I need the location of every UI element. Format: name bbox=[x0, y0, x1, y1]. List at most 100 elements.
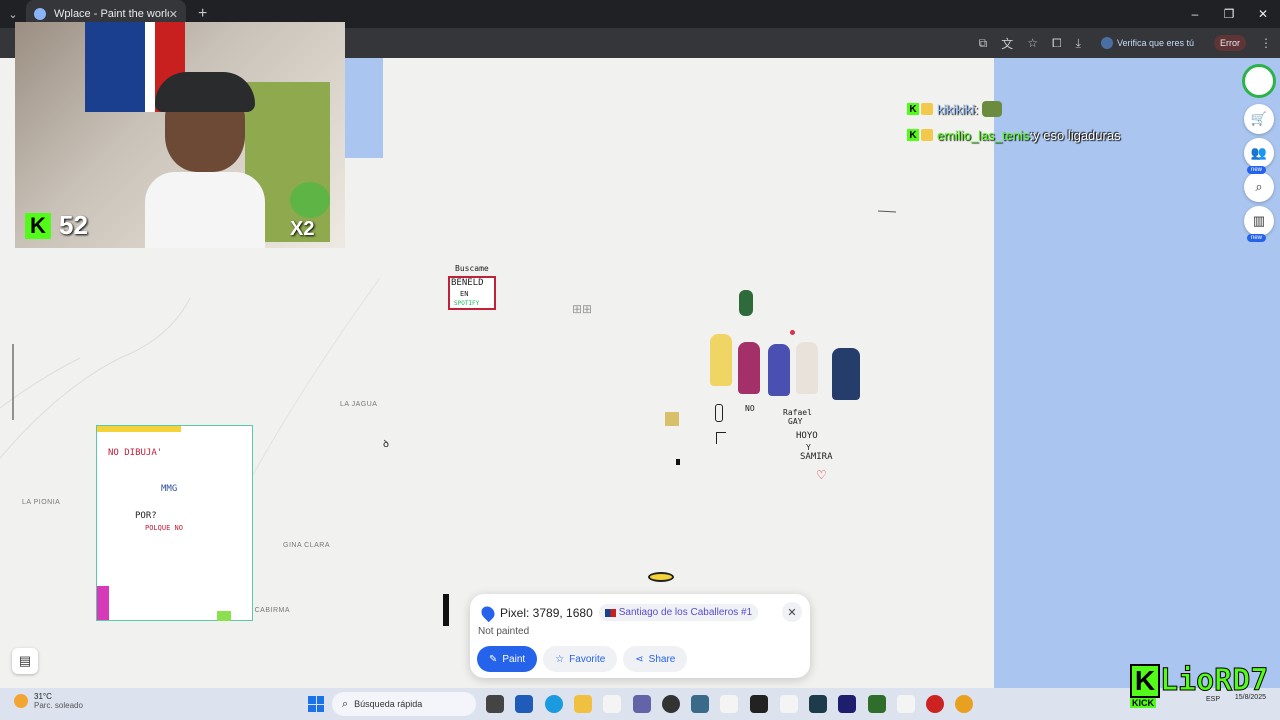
weather-widget[interactable]: 31°C Parc. soleado bbox=[14, 692, 83, 710]
art-small-figure bbox=[665, 412, 679, 426]
file-explorer-icon[interactable] bbox=[574, 695, 592, 713]
chat-message: K kikikiki : bbox=[907, 96, 1121, 122]
star-icon: ☆ bbox=[555, 653, 565, 665]
art-no-dibuja: NO DIBUJA' bbox=[108, 448, 163, 458]
art-spotify: SPOTIFY bbox=[454, 300, 480, 307]
map-water-right bbox=[994, 58, 1280, 688]
user-avatar-button[interactable] bbox=[1242, 64, 1276, 98]
share-label: Share bbox=[648, 653, 676, 665]
weather-desc: Parc. soleado bbox=[34, 701, 83, 710]
cart-icon: 🛒 bbox=[1250, 111, 1268, 126]
translate-icon[interactable]: 文 bbox=[1001, 35, 1013, 52]
app-icon[interactable] bbox=[691, 695, 709, 713]
capcut-icon[interactable] bbox=[750, 695, 768, 713]
bookmark-star-icon[interactable]: ☆ bbox=[1027, 36, 1038, 50]
art-sign-box: NO DIBUJA' MMG POR? POLQUE NO bbox=[96, 425, 253, 621]
pixel-info-header: Pixel: 3789, 1680 Santiago de los Caball… bbox=[478, 603, 759, 622]
kick-channel-logo: K LioRD7 KICK bbox=[1130, 663, 1269, 708]
menu-dots-icon[interactable]: ⋮ bbox=[1260, 36, 1272, 50]
art-black-bar bbox=[443, 594, 449, 626]
kick-sub-label: KICK bbox=[1130, 698, 1156, 708]
location-pin-icon bbox=[478, 603, 498, 622]
new-tab-button[interactable]: + bbox=[198, 5, 207, 23]
region-flag-icon bbox=[604, 608, 616, 617]
toolbar-actions: ⧉ 文 ☆ ⧠ ⤓ Verifica que eres tú Error ⋮ bbox=[979, 28, 1272, 58]
favorite-button[interactable]: ☆ Favorite bbox=[543, 646, 618, 672]
tab-title: Wplace - Paint the world bbox=[54, 8, 169, 20]
art-character-1 bbox=[710, 334, 732, 386]
download-icon[interactable]: ⤓ bbox=[1076, 36, 1081, 51]
popup-actions: ✎ Paint ☆ Favorite ⋖ Share bbox=[477, 646, 688, 672]
obs-icon[interactable] bbox=[662, 695, 680, 713]
store-icon[interactable] bbox=[515, 695, 533, 713]
restore-icon[interactable]: ❐ bbox=[1212, 0, 1246, 28]
kick-app-icon[interactable] bbox=[868, 695, 886, 713]
art-green-patch bbox=[217, 611, 231, 621]
art-y: Y bbox=[806, 443, 811, 452]
search-location-button[interactable]: ⌕ bbox=[1244, 172, 1274, 202]
close-window-icon[interactable]: ✕ bbox=[1246, 0, 1280, 28]
art-red-dot bbox=[790, 330, 795, 335]
screen: ⌄ Wplace - Paint the world ✕ + – ❐ ✕ ⧉ 文… bbox=[0, 0, 1280, 720]
art-character-4 bbox=[796, 342, 818, 394]
file-icon[interactable] bbox=[780, 695, 798, 713]
taskbar-search[interactable]: ⌕ Búsqueda rápida bbox=[332, 692, 476, 716]
discord-icon[interactable] bbox=[633, 695, 651, 713]
art-rafael: Rafael bbox=[783, 408, 812, 417]
viewer-count: 52 bbox=[59, 210, 88, 240]
art-spotify-box: BENELD EN SPOTIFY bbox=[448, 276, 496, 310]
viewer-counter: K 52 bbox=[25, 210, 88, 241]
art-black-dot bbox=[676, 459, 680, 465]
leaderboard-button[interactable]: ▥ bbox=[1244, 206, 1274, 236]
layers-button[interactable]: ▤ bbox=[12, 648, 38, 674]
chrome-icon[interactable] bbox=[955, 695, 973, 713]
region-chip[interactable]: Santiago de los Caballeros #1 bbox=[598, 604, 759, 621]
profile-chip[interactable]: Verifica que eres tú bbox=[1095, 35, 1200, 51]
paint-button[interactable]: ✎ Paint bbox=[477, 646, 538, 672]
kick-badge-icon: K bbox=[907, 103, 919, 115]
recorder-icon[interactable] bbox=[926, 695, 944, 713]
minimize-icon[interactable]: – bbox=[1178, 0, 1212, 28]
close-popup-button[interactable]: ✕ bbox=[782, 602, 802, 622]
art-plant-figure bbox=[739, 290, 753, 316]
share-button[interactable]: ⋖ Share bbox=[623, 646, 688, 672]
new-badge: new bbox=[1247, 234, 1267, 242]
streamer-webcam: K 52 X2 bbox=[15, 22, 345, 248]
edge-icon[interactable] bbox=[545, 695, 563, 713]
terminal-icon[interactable] bbox=[809, 695, 827, 713]
file-icon[interactable] bbox=[897, 695, 915, 713]
pixel-status: Not painted bbox=[478, 626, 530, 637]
alliance-button[interactable]: 👥 bbox=[1244, 138, 1274, 168]
extensions-icon[interactable]: ⧠ bbox=[1052, 36, 1062, 51]
chat-emote-icon bbox=[982, 101, 1003, 117]
art-por: POR? bbox=[135, 511, 157, 521]
group-icon: 👥 bbox=[1250, 145, 1268, 160]
start-button[interactable] bbox=[308, 696, 324, 712]
chat-message: K emilio_las_tenis : y eso ligaduras bbox=[907, 122, 1121, 148]
art-bracket-shape bbox=[716, 432, 726, 444]
error-chip[interactable]: Error bbox=[1214, 35, 1246, 51]
pixel-info-popup: Pixel: 3789, 1680 Santiago de los Caball… bbox=[470, 594, 810, 678]
file-icon[interactable] bbox=[720, 695, 738, 713]
profile-avatar bbox=[1100, 37, 1113, 49]
multiplier-label: X2 bbox=[290, 218, 315, 240]
place-la-pionia: LA PIONIA bbox=[22, 499, 61, 506]
store-cart-button[interactable]: 🛒 bbox=[1244, 104, 1274, 134]
art-character-5 bbox=[832, 348, 860, 400]
install-app-icon[interactable]: ⧉ bbox=[979, 36, 988, 51]
wplace-favicon-icon bbox=[34, 8, 46, 20]
premiere-icon[interactable] bbox=[838, 695, 856, 713]
art-character-2 bbox=[738, 342, 760, 394]
share-icon: ⋖ bbox=[635, 653, 644, 665]
place-gina-clara: GINA CLARA bbox=[283, 542, 331, 549]
brush-icon: ✎ bbox=[489, 653, 498, 665]
kick-badge-icon: K bbox=[907, 129, 919, 141]
crown-badge-icon bbox=[921, 129, 933, 141]
task-view-icon[interactable] bbox=[486, 695, 504, 713]
kick-logo-icon: K bbox=[25, 212, 51, 239]
paint-label: Paint bbox=[502, 653, 526, 665]
place-la-jagua: LA JAGUA bbox=[340, 401, 378, 408]
file-icon[interactable] bbox=[603, 695, 621, 713]
pepe-emote-icon bbox=[290, 182, 330, 218]
tab-close-icon[interactable]: ✕ bbox=[169, 8, 178, 21]
